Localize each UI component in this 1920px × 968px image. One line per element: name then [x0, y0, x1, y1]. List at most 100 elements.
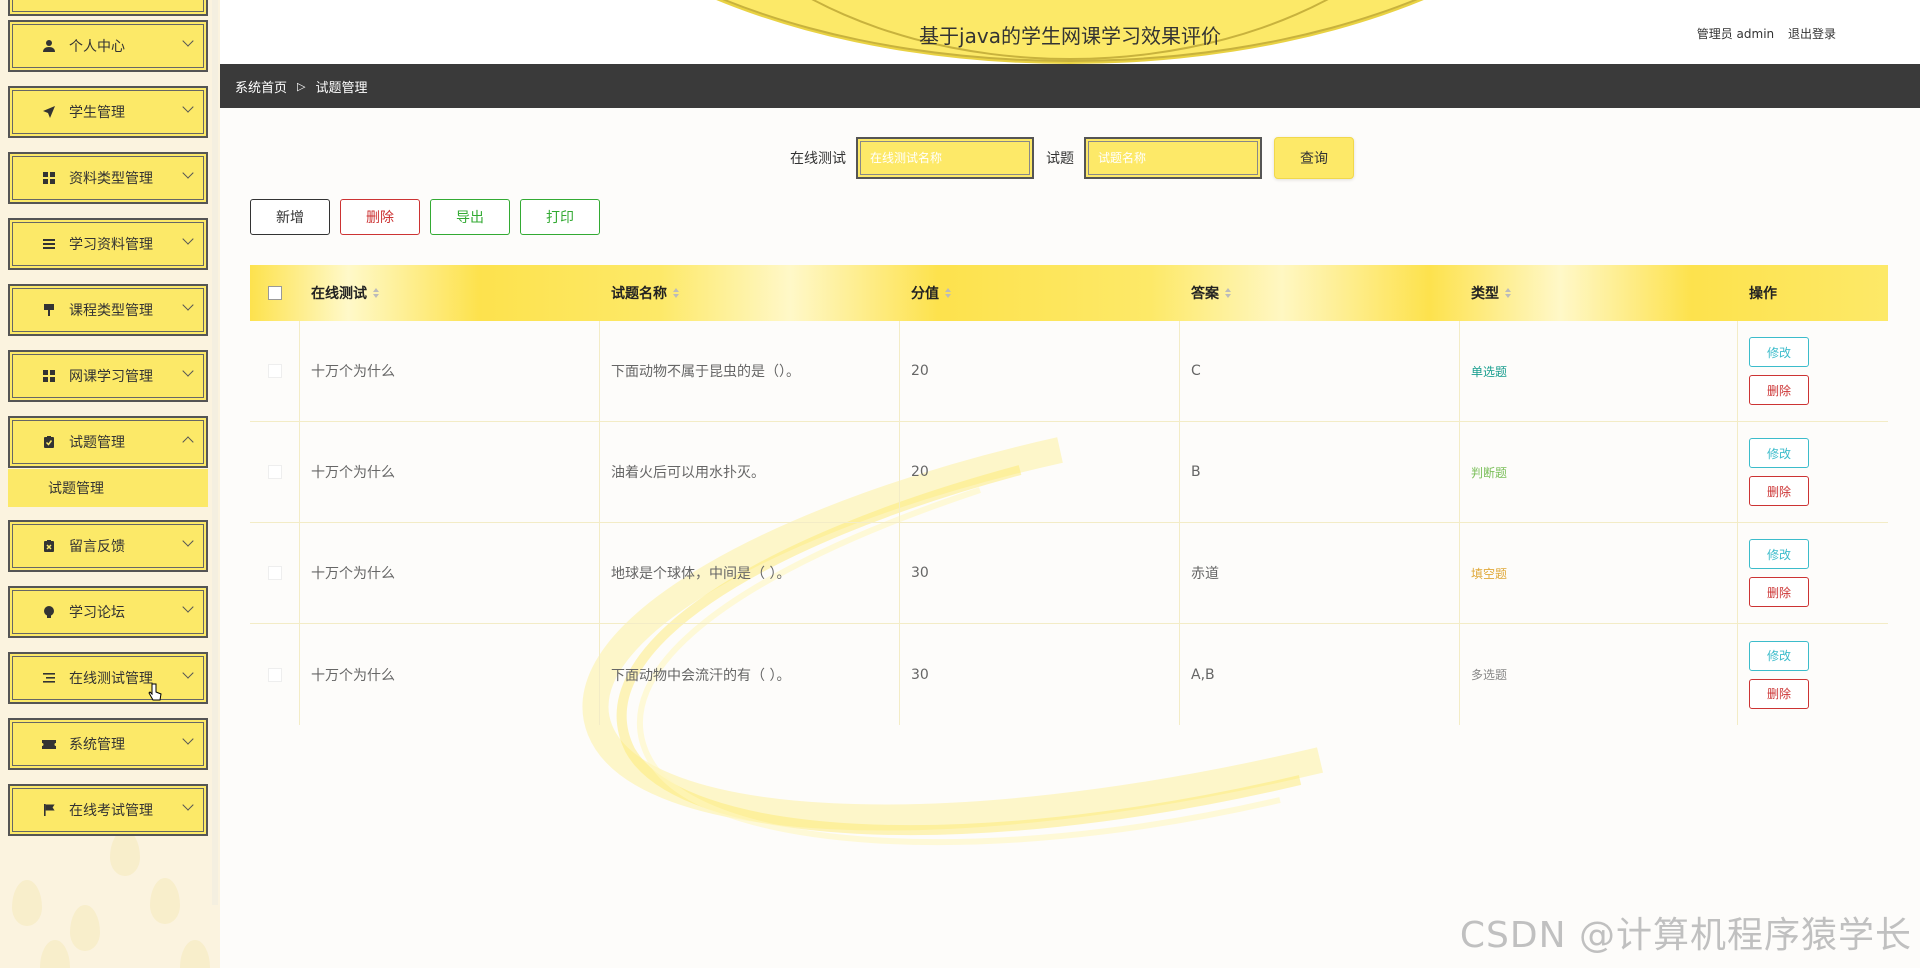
grid-icon [41, 170, 57, 186]
cell-type: 多选题 [1460, 624, 1738, 725]
edit-button[interactable]: 修改 [1749, 640, 1809, 671]
cell-test: 十万个为什么 [300, 523, 600, 623]
row-delete-button[interactable]: 删除 [1749, 577, 1809, 607]
sort-icon [1505, 288, 1511, 298]
row-delete-button[interactable]: 删除 [1749, 678, 1809, 709]
cell-actions: 修改 删除 [1738, 321, 1888, 421]
cell-actions: 修改 删除 [1738, 624, 1888, 725]
column-header-label: 在线测试 [311, 286, 367, 302]
edit-button[interactable]: 修改 [1749, 539, 1809, 569]
clipboard-x-icon [41, 538, 57, 554]
leaf-decoration [12, 880, 42, 926]
chevron-down-icon [182, 365, 194, 377]
table-row: 十万个为什么 下面动物不属于昆虫的是（）。 20 C 单选题 修改 删除 [250, 321, 1888, 422]
clipboard-check-icon [41, 434, 57, 450]
row-delete-button[interactable]: 删除 [1749, 476, 1809, 506]
leaf-decoration [110, 830, 140, 876]
top-header: 基于java的学生网课学习效果评价 管理员 admin 退出登录 [220, 0, 1920, 64]
search-test-input[interactable] [856, 137, 1034, 179]
sidebar-item-personal[interactable]: 个人中心 [8, 20, 208, 72]
user-role: 管理员 admin [1696, 27, 1775, 41]
sidebar-item-material-types[interactable]: 资料类型管理 [8, 152, 208, 204]
sidebar-scrollbar[interactable] [212, 0, 218, 905]
table-row: 十万个为什么 地球是个球体，中间是（ ）。 30 赤道 填空题 修改 删除 [250, 523, 1888, 624]
cell-test: 十万个为什么 [300, 422, 600, 522]
user-info: 管理员 admin 退出登录 [1687, 25, 1836, 42]
column-header-label: 分值 [911, 286, 939, 302]
search-test-label: 在线测试 [790, 151, 846, 167]
sidebar-item-online-tests[interactable]: 在线测试管理 [8, 652, 208, 704]
submenu-item-questions[interactable]: 试题管理 [8, 469, 208, 507]
sort-icon [373, 288, 379, 298]
add-button[interactable]: 新增 [250, 199, 330, 235]
cell-actions: 修改 删除 [1738, 523, 1888, 623]
paper-plane-icon [41, 104, 57, 120]
questions-table: 在线测试 试题名称 分值 答案 类型 操作 十万个为什么 下面动物不属于昆虫的是… [250, 265, 1888, 725]
chevron-down-icon [182, 601, 194, 613]
cell-test: 十万个为什么 [300, 624, 600, 725]
search-question-input[interactable] [1084, 137, 1262, 179]
column-header[interactable]: 类型 [1460, 265, 1738, 321]
sidebar-item-system[interactable]: 系统管理 [8, 718, 208, 770]
column-header[interactable]: 答案 [1180, 265, 1460, 321]
export-button[interactable]: 导出 [430, 199, 510, 235]
cell-question: 下面动物中会流汗的有（ ）。 [600, 624, 900, 725]
print-button[interactable]: 打印 [520, 199, 600, 235]
sidebar-item-online-courses[interactable]: 网课学习管理 [8, 350, 208, 402]
sidebar-item-top[interactable] [8, 0, 208, 16]
column-header-label: 类型 [1471, 286, 1499, 302]
column-header-label: 试题名称 [611, 286, 667, 302]
logout-link[interactable]: 退出登录 [1788, 27, 1836, 41]
cell-type: 判断题 [1460, 422, 1738, 522]
leaf-decoration [40, 940, 70, 968]
search-question-label: 试题 [1046, 151, 1074, 167]
search-button[interactable]: 查询 [1274, 137, 1354, 179]
leaf-decoration [180, 940, 210, 968]
row-select-cell [250, 624, 300, 725]
column-header[interactable]: 在线测试 [300, 265, 600, 321]
row-checkbox[interactable] [267, 364, 282, 378]
sidebar-item-forum[interactable]: 学习论坛 [8, 586, 208, 638]
select-all-checkbox[interactable] [268, 286, 282, 300]
type-tag: 单选题 [1471, 364, 1508, 379]
sidebar-item-feedback[interactable]: 留言反馈 [8, 520, 208, 572]
column-header-label: 答案 [1191, 286, 1219, 302]
sort-icon [1225, 288, 1231, 298]
sidebar-item-course-types[interactable]: 课程类型管理 [8, 284, 208, 336]
sidebar-item-label: 学习资料管理 [69, 237, 153, 253]
cell-score: 30 [900, 624, 1180, 725]
sidebar-item-materials[interactable]: 学习资料管理 [8, 218, 208, 270]
cell-score: 20 [900, 422, 1180, 522]
delete-button[interactable]: 删除 [340, 199, 420, 235]
sidebar-item-label: 个人中心 [69, 39, 125, 55]
chevron-down-icon [182, 101, 194, 113]
column-header-label: 操作 [1749, 286, 1777, 302]
submenu-label: 试题管理 [48, 481, 104, 497]
cell-answer: C [1180, 321, 1460, 421]
sidebar-item-label: 试题管理 [69, 435, 125, 451]
chevron-down-icon [182, 35, 194, 47]
cell-answer: A,B [1180, 624, 1460, 725]
edit-button[interactable]: 修改 [1749, 438, 1809, 468]
sidebar-item-label: 课程类型管理 [69, 303, 153, 319]
cell-test: 十万个为什么 [300, 321, 600, 421]
brush-icon [41, 302, 57, 318]
row-delete-button[interactable]: 删除 [1749, 375, 1809, 405]
cell-type: 单选题 [1460, 321, 1738, 421]
sidebar-item-questions[interactable]: 试题管理 [8, 416, 208, 468]
sidebar-item-label: 学生管理 [69, 105, 125, 121]
sidebar-item-students[interactable]: 学生管理 [8, 86, 208, 138]
watermark: CSDN @计算机程序猿学长 [1459, 915, 1912, 956]
row-checkbox[interactable] [267, 667, 282, 682]
column-header[interactable]: 分值 [900, 265, 1180, 321]
breadcrumb-home[interactable]: 系统首页 [235, 77, 287, 96]
leaf-decoration [150, 878, 180, 924]
edit-button[interactable]: 修改 [1749, 337, 1809, 367]
column-header[interactable]: 试题名称 [600, 265, 900, 321]
sidebar-item-online-exams[interactable]: 在线考试管理 [8, 784, 208, 836]
row-checkbox[interactable] [267, 465, 282, 479]
bulb-icon [41, 604, 57, 620]
breadcrumb: 系统首页 ▷ 试题管理 [220, 64, 1920, 108]
sidebar-item-label: 在线测试管理 [69, 671, 153, 687]
row-checkbox[interactable] [267, 566, 282, 580]
